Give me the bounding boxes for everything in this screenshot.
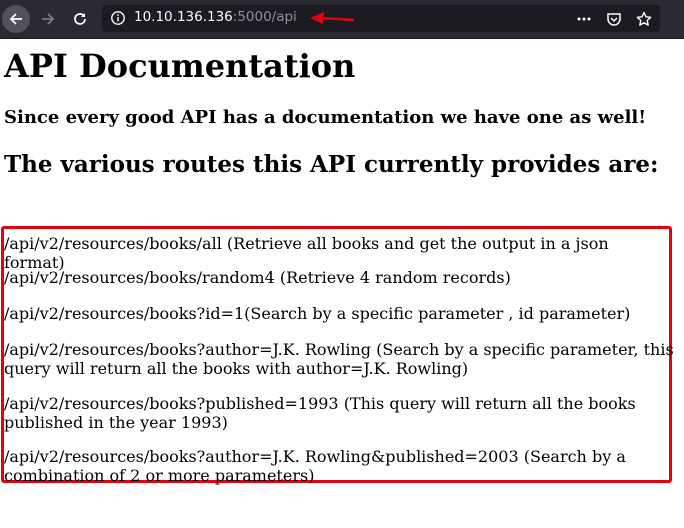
bookmark-button[interactable] (634, 9, 654, 29)
browser-toolbar: 10.10.136.136:5000/api (0, 0, 684, 39)
more-dots-icon (577, 17, 591, 21)
address-bar[interactable]: 10.10.136.136:5000/api (102, 5, 660, 32)
route-item: /api/v2/resources/books/random4 (Retriev… (4, 268, 511, 287)
red-arrow-annotation (310, 12, 354, 24)
info-icon[interactable] (110, 10, 126, 26)
address-bar-actions (574, 9, 654, 29)
page-actions-button[interactable] (574, 9, 594, 29)
reload-icon (74, 13, 86, 25)
star-icon (636, 11, 652, 26)
back-arrow-icon (9, 13, 22, 25)
back-button[interactable] (2, 5, 30, 33)
page-subtitle: Since every good API has a documentation… (4, 107, 647, 128)
forward-button[interactable] (34, 5, 62, 33)
route-item: /api/v2/resources/books?published=1993 (… (4, 394, 636, 432)
url-host: 10.10.136.136 (134, 9, 233, 25)
pocket-button[interactable] (604, 9, 624, 29)
reload-button[interactable] (66, 5, 94, 33)
route-item: /api/v2/resources/books?author=J.K. Rowl… (4, 447, 626, 485)
route-item: /api/v2/resources/books?id=1(Search by a… (4, 304, 631, 323)
route-item: /api/v2/resources/books?author=J.K. Rowl… (4, 340, 674, 378)
routes-heading: The various routes this API currently pr… (4, 151, 659, 178)
pocket-icon (607, 13, 621, 26)
forward-arrow-icon (42, 13, 55, 25)
page-title: API Documentation (4, 47, 356, 85)
route-item: /api/v2/resources/books/all (Retrieve al… (4, 234, 609, 272)
url-text[interactable]: 10.10.136.136:5000/api (134, 9, 297, 25)
url-path: :5000/api (232, 9, 297, 25)
